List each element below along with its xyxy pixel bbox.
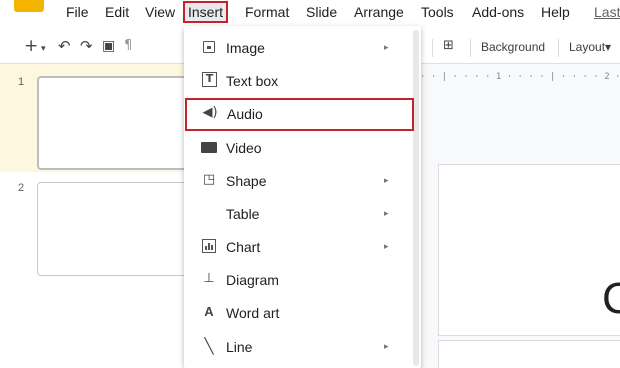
- slide-canvas-lower[interactable]: [438, 340, 620, 368]
- diagram-icon: ⊥: [203, 271, 215, 286]
- menu-add-ons[interactable]: Add-ons: [472, 3, 524, 21]
- toolbar-divider: [558, 39, 559, 57]
- slides-logo[interactable]: [14, 0, 44, 12]
- menu-file[interactable]: File: [66, 3, 89, 21]
- slide-title-text[interactable]: C: [602, 274, 620, 324]
- menu-item-label: Shape: [226, 173, 267, 189]
- layout-button[interactable]: Layout▾: [569, 39, 611, 55]
- menu-item-image[interactable]: Image ▸: [184, 32, 421, 65]
- slide-thumbnail[interactable]: [37, 182, 187, 276]
- print-icon[interactable]: ▣: [102, 36, 115, 56]
- menu-format[interactable]: Format: [245, 3, 289, 21]
- menu-arrange[interactable]: Arrange: [354, 3, 404, 21]
- menu-item-label: Line: [226, 339, 253, 355]
- menu-item-label: Audio: [227, 106, 263, 122]
- menu-insert[interactable]: Insert: [183, 1, 229, 23]
- menu-item-label: Table: [226, 206, 260, 222]
- text-box-icon: T: [200, 71, 218, 89]
- menu-edit[interactable]: Edit: [105, 3, 129, 21]
- menu-item-video[interactable]: Video: [184, 132, 421, 165]
- comment-icon[interactable]: ⊞: [443, 36, 454, 56]
- paint-format-icon[interactable]: ¶: [124, 36, 132, 56]
- menu-item-label: Image: [226, 40, 265, 56]
- menu-slide[interactable]: Slide: [306, 3, 337, 21]
- video-icon: [200, 138, 218, 156]
- submenu-arrow-icon: ▸: [384, 209, 389, 219]
- menu-item-word-art[interactable]: A Word art: [184, 297, 421, 330]
- background-button[interactable]: Background: [481, 39, 545, 55]
- menu-item-label: Word art: [226, 305, 280, 321]
- redo-icon[interactable]: ↷: [80, 36, 93, 56]
- slide-thumbnail-row[interactable]: 1: [0, 64, 187, 172]
- menu-item-table[interactable]: Table ▸: [184, 198, 421, 231]
- undo-icon[interactable]: ↶: [58, 36, 71, 56]
- menu-item-label: Text box: [226, 73, 279, 89]
- slides-app: File Edit View Insert Format Slide Arran…: [0, 0, 620, 368]
- shape-icon: ◳: [202, 172, 216, 187]
- insert-menu: Image ▸ T Text box ◀) Audio Video ◳ Shap…: [184, 26, 421, 368]
- menu-item-diagram[interactable]: ⊥ Diagram: [184, 264, 421, 297]
- submenu-arrow-icon: ▸: [384, 342, 389, 352]
- submenu-arrow-icon: ▸: [384, 176, 389, 186]
- submenu-arrow-icon: ▸: [384, 242, 389, 252]
- slide-canvas[interactable]: [438, 164, 620, 336]
- new-slide-dropdown-icon[interactable]: ▾: [41, 39, 46, 59]
- horizontal-ruler: · · | · · · · 1 · · · · | · · · · 2 · · …: [420, 72, 620, 82]
- menu-help[interactable]: Help: [541, 3, 570, 21]
- slide-filmstrip: 1 2: [0, 64, 187, 368]
- chart-icon: [200, 237, 218, 255]
- menu-item-label: Video: [226, 140, 262, 156]
- slide-thumbnail-row[interactable]: 2: [0, 170, 187, 278]
- menu-view[interactable]: View: [145, 3, 175, 21]
- line-icon: ╲: [204, 337, 214, 355]
- image-icon: [200, 38, 218, 56]
- menu-item-shape[interactable]: ◳ Shape ▸: [184, 165, 421, 198]
- slide-number: 2: [18, 182, 25, 194]
- word-art-icon: A: [204, 304, 214, 319]
- submenu-arrow-icon: ▸: [384, 43, 389, 53]
- menu-item-label: Chart: [226, 239, 261, 255]
- menubar: File Edit View Insert Format Slide Arran…: [0, 0, 620, 24]
- audio-icon: ◀): [202, 105, 218, 120]
- menu-item-chart[interactable]: Chart ▸: [184, 231, 421, 264]
- last-edit-link[interactable]: Last: [594, 3, 620, 21]
- toolbar-divider: [470, 39, 471, 57]
- menu-tools[interactable]: Tools: [421, 3, 454, 21]
- menu-item-audio[interactable]: ◀) Audio: [185, 98, 414, 131]
- toolbar-divider: [432, 39, 433, 57]
- new-slide-icon[interactable]: +: [24, 36, 38, 56]
- slide-number: 1: [18, 76, 25, 88]
- menu-item-text-box[interactable]: T Text box: [184, 65, 421, 98]
- slide-canvas-area: · · | · · · · 1 · · · · | · · · · 2 · · …: [420, 64, 620, 368]
- slide-thumbnail[interactable]: [37, 76, 187, 170]
- menu-item-label: Diagram: [226, 272, 279, 288]
- menu-item-line[interactable]: ╲ Line ▸: [184, 331, 421, 364]
